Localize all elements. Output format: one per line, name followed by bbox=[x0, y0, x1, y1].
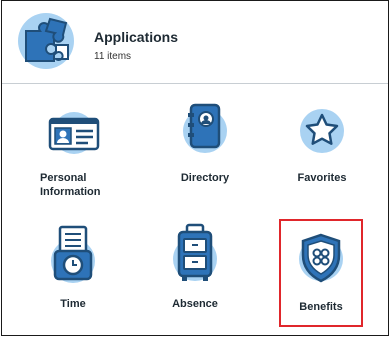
page-title: Applications bbox=[94, 29, 179, 45]
id-card-icon bbox=[48, 112, 100, 154]
applications-panel: Applications 11 items Personal Informati… bbox=[1, 0, 389, 336]
app-label: Absence bbox=[172, 298, 218, 310]
puzzle-icon bbox=[18, 13, 74, 69]
app-tile-benefits[interactable]: Benefits bbox=[279, 219, 363, 327]
app-tile-absence[interactable]: Absence bbox=[140, 223, 250, 323]
time-clock-icon bbox=[51, 225, 95, 283]
app-label: Time bbox=[60, 298, 86, 310]
app-tile-time[interactable]: Time bbox=[18, 223, 128, 323]
app-tile-directory[interactable]: Directory bbox=[150, 101, 260, 201]
app-tile-personal-information[interactable]: Personal Information bbox=[40, 111, 150, 211]
luggage-icon bbox=[173, 223, 217, 281]
app-label: Directory bbox=[180, 172, 230, 184]
star-icon bbox=[300, 109, 344, 153]
app-label: Benefits bbox=[299, 301, 343, 313]
directory-book-icon bbox=[183, 103, 227, 153]
app-label: Personal Information bbox=[40, 172, 101, 198]
applications-header: Applications 11 items bbox=[2, 1, 388, 84]
app-label: Favorites bbox=[297, 172, 347, 184]
shield-icon bbox=[299, 233, 343, 283]
item-count: 11 items bbox=[94, 51, 132, 62]
app-tile-favorites[interactable]: Favorites bbox=[267, 101, 377, 201]
